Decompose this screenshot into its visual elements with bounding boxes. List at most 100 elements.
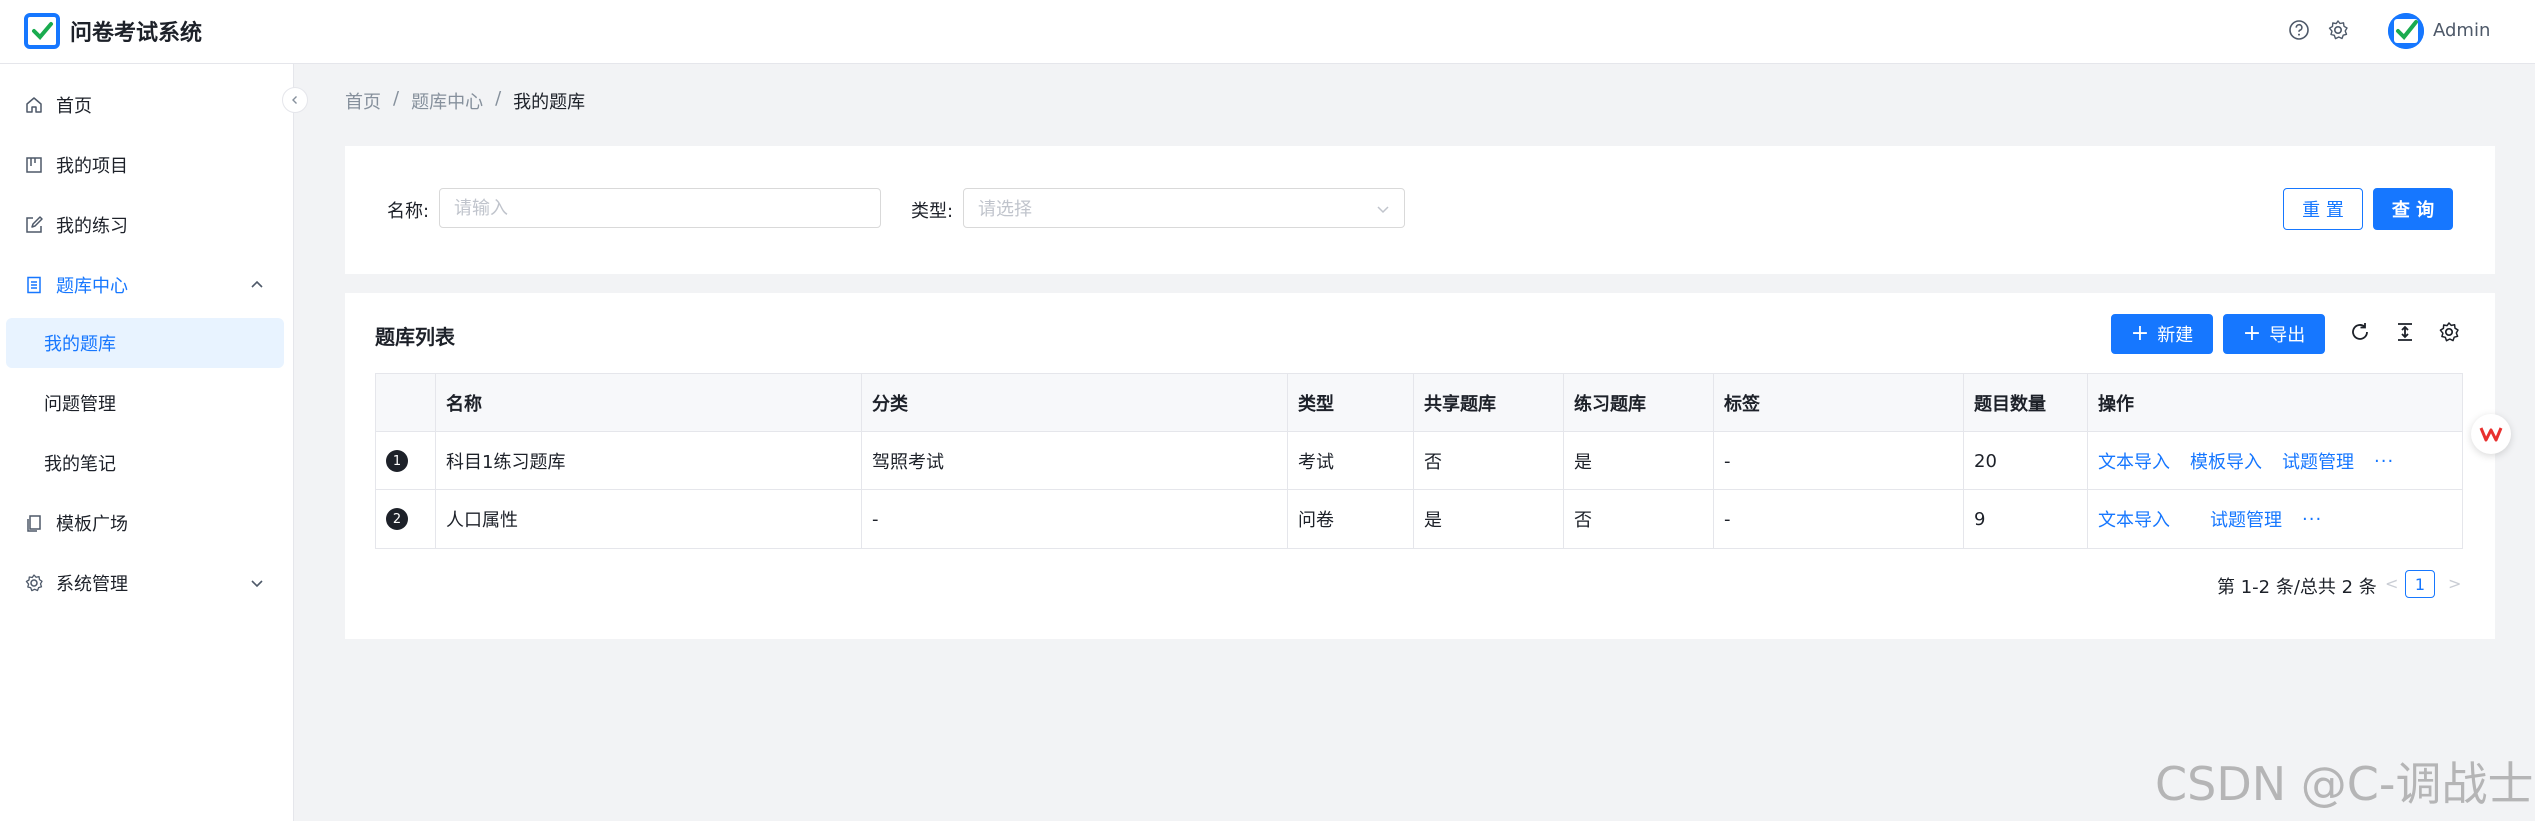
app-logo[interactable]: 问卷考试系统 (24, 13, 202, 49)
header-shared[interactable]: 共享题库 (1414, 374, 1564, 432)
sidebar-item-home[interactable]: 首页 (6, 80, 284, 130)
refresh-icon[interactable] (2348, 320, 2372, 344)
breadcrumb-separator: / (393, 88, 400, 109)
plus-icon: + (2242, 321, 2262, 346)
app-title: 问卷考试系统 (70, 21, 203, 46)
chevron-up-icon (248, 276, 266, 294)
export-button-label: 导出 (2269, 325, 2306, 346)
cell-category: 驾照考试 (862, 432, 1288, 490)
cell-type: 考试 (1288, 432, 1414, 490)
row-index-badge: 1 (386, 450, 408, 472)
search-form-card: 名称: 类型: 请选择 重 置 查 询 (345, 146, 2495, 274)
sidebar-item-template-square[interactable]: 模板广场 (6, 498, 284, 548)
sidebar-item-label: 系统管理 (56, 574, 128, 595)
table-row: 1 科目1练习题库 驾照考试 考试 否 是 - 20 文本导入 模板导入 试题管… (376, 432, 2462, 490)
text-import-link[interactable]: 文本导入 (2098, 448, 2170, 474)
reset-button[interactable]: 重 置 (2283, 188, 2363, 230)
list-icon (24, 275, 44, 295)
sidebar-item-label: 我的笔记 (44, 454, 116, 475)
header-practice[interactable]: 练习题库 (1564, 374, 1714, 432)
cell-type: 问卷 (1288, 490, 1414, 548)
text-import-link[interactable]: 文本导入 (2098, 506, 2170, 532)
cell-shared: 是 (1414, 490, 1564, 548)
type-select-placeholder: 请选择 (978, 199, 1032, 220)
top-header: 问卷考试系统 Admin (0, 0, 2535, 64)
more-actions-icon[interactable]: ··· (2374, 451, 2394, 472)
question-bank-table: 名称 分类 类型 共享题库 练习题库 标签 题目数量 操作 1 科目1练习题库 … (375, 373, 2463, 549)
cell-name: 人口属性 (436, 490, 862, 548)
checkbox-logo-icon (24, 13, 60, 49)
project-board-icon (24, 155, 44, 175)
sidebar-item-question-management[interactable]: 问题管理 (6, 378, 284, 428)
sidebar-item-label: 题库中心 (56, 276, 128, 297)
sidebar-item-label: 我的练习 (56, 216, 128, 237)
sidebar-item-practice[interactable]: 我的练习 (6, 200, 284, 250)
question-manage-link[interactable]: 试题管理 (2210, 506, 2282, 532)
template-import-link[interactable]: 模板导入 (2190, 448, 2262, 474)
name-search-input[interactable] (439, 188, 881, 228)
type-select[interactable]: 请选择 (963, 188, 1405, 228)
home-icon (24, 95, 44, 115)
breadcrumb-item-current: 我的题库 (513, 92, 586, 113)
breadcrumb: 首页 / 题库中心 / 我的题库 (345, 88, 585, 114)
cell-category: - (862, 490, 1288, 548)
sidebar-collapse-button[interactable] (282, 87, 308, 113)
query-button[interactable]: 查 询 (2373, 188, 2453, 230)
sidebar: 首页 我的项目 我的练习 题库中心 我的题库 问题管理 我的笔记 模板广场 系统… (0, 64, 294, 821)
header-type[interactable]: 类型 (1288, 374, 1414, 432)
sidebar-item-my-notes[interactable]: 我的笔记 (6, 438, 284, 488)
sidebar-item-my-question-bank[interactable]: 我的题库 (6, 318, 284, 368)
table-header-row: 名称 分类 类型 共享题库 练习题库 标签 题目数量 操作 (376, 374, 2462, 432)
card-title: 题库列表 (375, 325, 455, 349)
gear-icon (24, 573, 44, 593)
type-label: 类型: (911, 201, 954, 222)
breadcrumb-item-center[interactable]: 题库中心 (411, 88, 483, 114)
sidebar-item-system-management[interactable]: 系统管理 (6, 558, 284, 608)
pagination-page-1[interactable]: 1 (2405, 570, 2435, 598)
pagination-prev-icon[interactable]: < (2385, 574, 2398, 593)
watermark-text: CSDN @C-调战士 (2155, 757, 2534, 811)
header-name[interactable]: 名称 (436, 374, 862, 432)
header-actions: 操作 (2098, 394, 2134, 415)
cell-practice: 否 (1564, 490, 1714, 548)
help-icon[interactable] (2288, 19, 2310, 41)
user-avatar[interactable] (2388, 13, 2424, 49)
header-tags[interactable]: 标签 (1714, 374, 1964, 432)
header-category[interactable]: 分类 (862, 374, 1288, 432)
name-label: 名称: (387, 201, 430, 222)
plus-icon: + (2130, 321, 2150, 346)
question-bank-list-card: 题库列表 + 新建 + 导出 名称 分类 类型 共享题库 练习题库 标签 题目数… (345, 293, 2495, 639)
row-index-badge: 2 (386, 508, 408, 530)
cell-shared: 否 (1414, 432, 1564, 490)
more-actions-icon[interactable]: ··· (2302, 509, 2322, 530)
column-height-icon[interactable] (2393, 320, 2417, 344)
pagination-next-icon[interactable]: > (2448, 574, 2461, 593)
question-manage-link[interactable]: 试题管理 (2282, 448, 2354, 474)
cell-count: 9 (1964, 490, 2088, 548)
chevron-left-icon (292, 96, 297, 104)
sidebar-item-question-bank-center[interactable]: 题库中心 (6, 260, 284, 310)
new-button-label: 新建 (2157, 325, 2194, 346)
cell-actions: 文本导入 模板导入 试题管理 ··· (2088, 432, 2462, 490)
user-name[interactable]: Admin (2433, 20, 2490, 41)
settings-gear-icon[interactable] (2327, 19, 2349, 41)
copy-icon (24, 513, 44, 533)
cell-actions: 文本导入 试题管理 ··· (2088, 490, 2462, 548)
new-button[interactable]: + 新建 (2111, 314, 2213, 354)
sidebar-item-label: 首页 (56, 96, 92, 117)
chevron-down-icon (248, 574, 266, 592)
column-settings-icon[interactable] (2437, 320, 2461, 344)
pagination-summary: 第 1-2 条/总共 2 条 (2217, 577, 2377, 598)
wps-float-icon[interactable] (2471, 414, 2511, 454)
sidebar-item-projects[interactable]: 我的项目 (6, 140, 284, 190)
cell-practice: 是 (1564, 432, 1714, 490)
chevron-down-icon (1374, 200, 1392, 218)
edit-icon (24, 215, 44, 235)
sidebar-item-label: 问题管理 (44, 394, 116, 415)
breadcrumb-item-home[interactable]: 首页 (345, 88, 381, 114)
header-count[interactable]: 题目数量 (1964, 374, 2088, 432)
cell-tags: - (1714, 490, 1964, 548)
export-button[interactable]: + 导出 (2223, 314, 2325, 354)
table-row: 2 人口属性 - 问卷 是 否 - 9 文本导入 试题管理 ··· (376, 490, 2462, 548)
breadcrumb-separator: / (495, 88, 502, 109)
